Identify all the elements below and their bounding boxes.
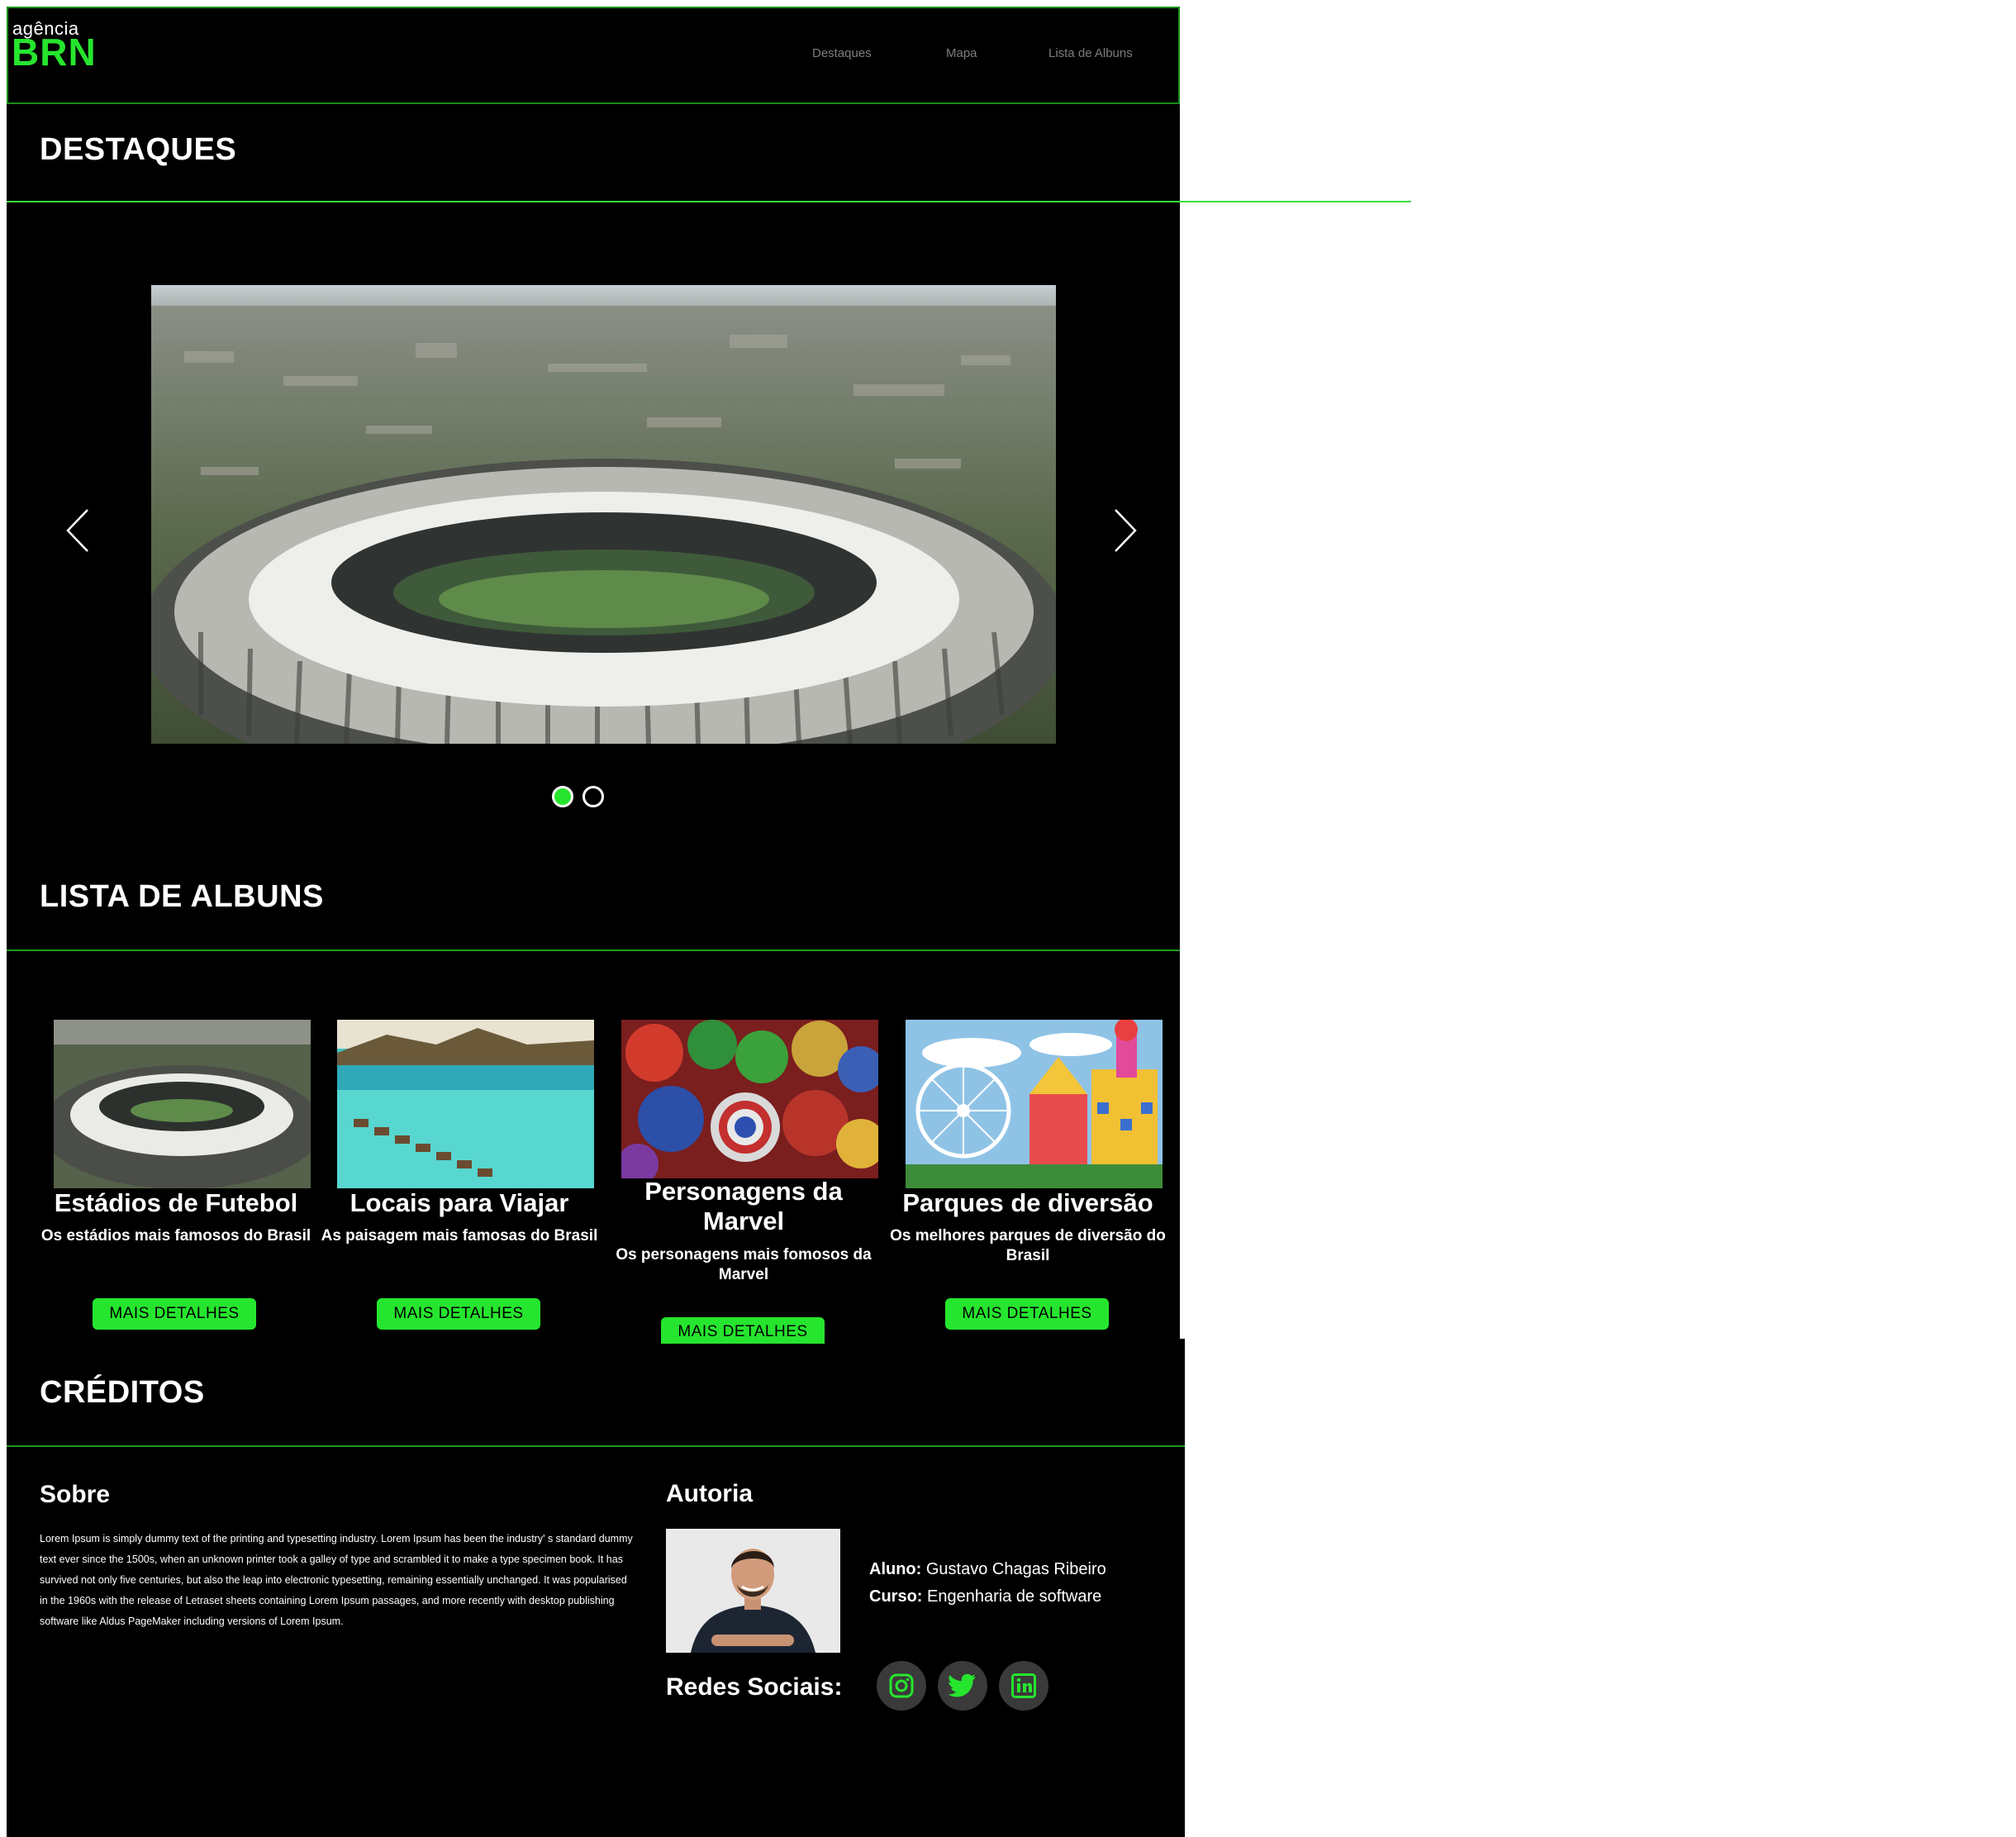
site-header xyxy=(7,7,1180,104)
carousel-prev-button[interactable] xyxy=(55,497,104,564)
about-title: Sobre xyxy=(40,1481,111,1508)
carousel-dot[interactable] xyxy=(582,786,604,807)
course-name: Engenharia de software xyxy=(927,1587,1102,1606)
instagram-button[interactable] xyxy=(877,1661,926,1711)
twitter-button[interactable] xyxy=(938,1661,987,1711)
album-card-image[interactable] xyxy=(906,1020,1163,1188)
logo[interactable]: BRN xyxy=(12,33,97,71)
author-title: Autoria xyxy=(666,1480,753,1507)
author-photo xyxy=(666,1529,840,1653)
nav-link-mapa[interactable]: Mapa xyxy=(946,46,977,60)
student-name: Gustavo Chagas Ribeiro xyxy=(925,1560,1106,1578)
linkedin-icon xyxy=(1011,1673,1036,1698)
album-card-image[interactable] xyxy=(54,1020,311,1188)
album-details-button[interactable]: MAIS DETALHES xyxy=(661,1317,825,1344)
section-title-albuns: LISTA DE ALBUNS xyxy=(40,879,324,914)
section-title-creditos: CRÉDITOS xyxy=(40,1375,205,1410)
chevron-left-icon xyxy=(66,509,88,552)
section-divider xyxy=(7,1445,1185,1447)
section-divider xyxy=(7,201,1411,202)
album-details-button[interactable]: MAIS DETALHES xyxy=(93,1298,256,1330)
album-description: Os melhores parques de diversão do Brasi… xyxy=(890,1227,1166,1264)
course-line: Curso: Engenharia de software xyxy=(869,1587,1101,1606)
section-divider xyxy=(7,949,1180,951)
section-title-destaques: DESTAQUES xyxy=(40,132,237,167)
carousel-next-button[interactable] xyxy=(1099,497,1148,564)
album-description: Os personagens mais fomosos da Marvel xyxy=(616,1246,872,1283)
album-card-image[interactable] xyxy=(337,1020,594,1188)
album-description: Os estádios mais famosos do Brasil xyxy=(40,1227,311,1244)
album-title: Locais para Viajar xyxy=(349,1188,569,1217)
twitter-icon xyxy=(949,1673,976,1697)
about-text: Lorem Ipsum is simply dummy text of the … xyxy=(40,1533,633,1627)
album-title: Parques de diversão xyxy=(902,1188,1153,1217)
album-title: Estádios de Futebol xyxy=(54,1188,298,1217)
instagram-icon xyxy=(889,1673,914,1698)
album-details-button[interactable]: MAIS DETALHES xyxy=(945,1298,1109,1330)
student-label: Aluno: xyxy=(869,1560,922,1578)
album-description: As paisagem mais famosas do Brasil xyxy=(321,1227,598,1244)
nav-link-destaques[interactable]: Destaques xyxy=(812,46,872,60)
album-title: Personagens da Marvel xyxy=(644,1177,843,1235)
carousel-slide-image xyxy=(151,285,1056,744)
nav-link-lista-albuns[interactable]: Lista de Albuns xyxy=(1048,46,1133,60)
course-label: Curso: xyxy=(869,1587,923,1606)
album-card-image[interactable] xyxy=(621,1020,878,1178)
student-line: Aluno: Gustavo Chagas Ribeiro xyxy=(869,1560,1106,1579)
album-details-button[interactable]: MAIS DETALHES xyxy=(377,1298,540,1330)
chevron-right-icon xyxy=(1115,509,1137,552)
social-label: Redes Sociais: xyxy=(666,1673,843,1701)
linkedin-button[interactable] xyxy=(999,1661,1048,1711)
carousel-dot-active[interactable] xyxy=(552,786,573,807)
